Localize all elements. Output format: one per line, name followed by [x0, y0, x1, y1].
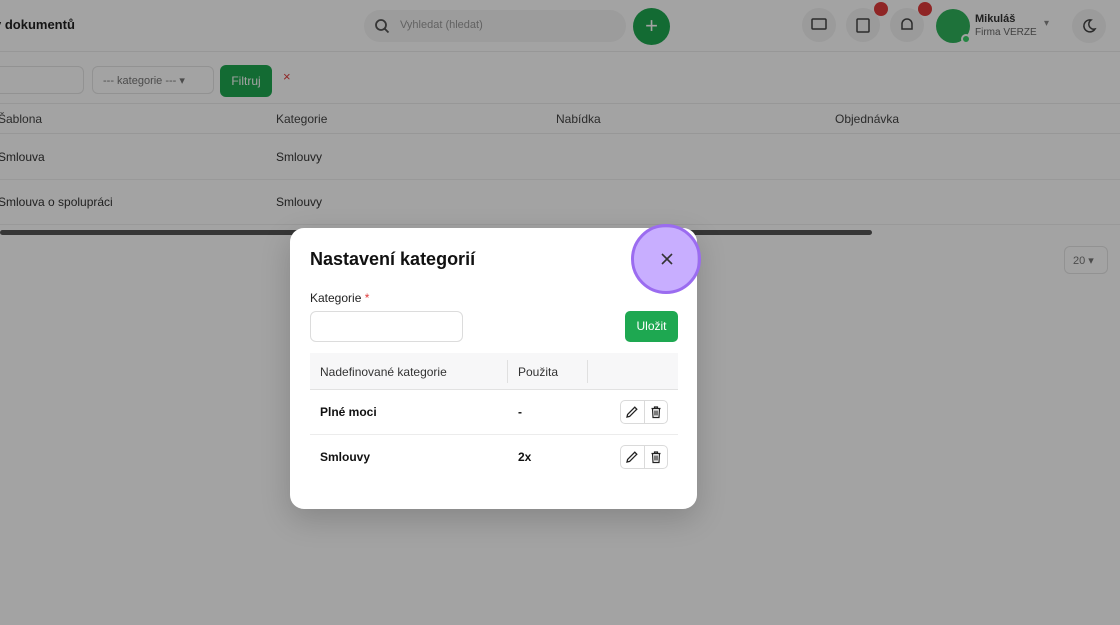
row-actions [620, 400, 668, 424]
category-usage: - [518, 405, 522, 419]
category-usage: 2x [518, 450, 532, 464]
col-defined-categories: Nadefinované kategorie [320, 365, 447, 379]
column-divider [587, 360, 588, 383]
save-button[interactable]: Uložit [625, 311, 678, 342]
delete-button[interactable] [643, 401, 667, 423]
categories-table: Nadefinované kategorie Použita Plné moci… [310, 353, 678, 480]
categories-table-header: Nadefinované kategorie Použita [310, 353, 678, 390]
trash-icon [651, 451, 661, 464]
category-name-input[interactable] [310, 311, 463, 342]
category-field-label: Kategorie * [310, 291, 369, 305]
category-row: Plné moci - [310, 390, 678, 435]
close-button[interactable] [631, 224, 701, 294]
edit-button[interactable] [621, 446, 644, 468]
category-row: Smlouvy 2x [310, 435, 678, 480]
pencil-icon [626, 451, 639, 463]
category-name: Smlouvy [320, 450, 371, 464]
pencil-icon [626, 406, 639, 418]
category-label-text: Kategorie [310, 291, 362, 305]
delete-button[interactable] [643, 446, 667, 468]
col-used: Použita [518, 365, 559, 379]
trash-icon [651, 406, 661, 419]
category-settings-modal: Nastavení kategorií Kategorie * Uložit N… [290, 224, 701, 509]
column-divider [507, 360, 508, 383]
required-mark: * [364, 291, 370, 305]
modal-title: Nastavení kategorií [310, 249, 476, 269]
close-icon [661, 253, 673, 265]
category-name: Plné moci [320, 405, 377, 419]
row-actions [620, 445, 668, 469]
edit-button[interactable] [621, 401, 644, 423]
